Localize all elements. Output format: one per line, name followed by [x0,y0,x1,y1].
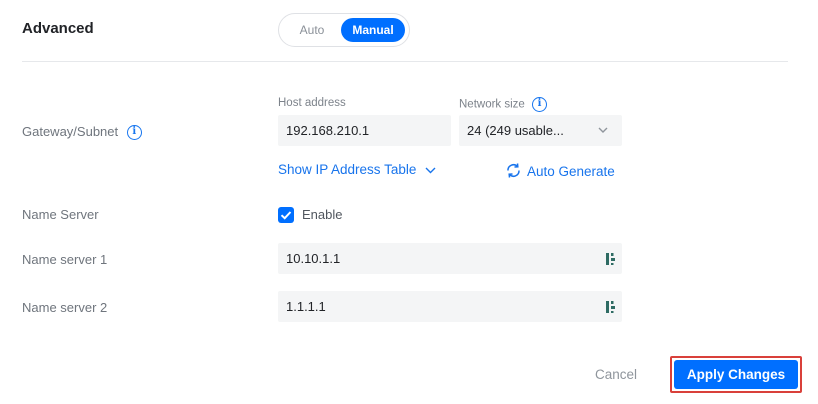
auto-generate-label: Auto Generate [527,164,615,179]
name-server-2-value: 1.1.1.1 [286,299,326,314]
show-ip-table-label: Show IP Address Table [278,162,417,177]
page-title: Advanced [22,20,94,37]
password-manager-icon[interactable] [606,252,616,266]
refresh-icon [507,163,520,178]
name-server-2-input[interactable]: 1.1.1.1 [278,291,622,322]
auto-generate-link[interactable]: Auto Generate [505,162,615,179]
mode-auto-option[interactable]: Auto [285,18,339,42]
apply-changes-button[interactable]: Apply Changes [674,360,798,389]
network-size-label-text: Network size [459,98,525,111]
chevron-down-icon [598,127,608,133]
name-server-label: Name Server [22,207,99,222]
host-address-input[interactable]: 192.168.210.1 [278,115,451,146]
info-icon[interactable]: i [532,97,548,112]
password-manager-icon[interactable] [606,300,616,314]
gateway-subnet-label-text: Gateway/Subnet [22,124,119,139]
host-address-label: Host address [278,97,346,109]
name-server-1-label: Name server 1 [22,252,108,267]
mode-manual-option[interactable]: Manual [341,18,405,42]
enable-label: Enable [302,207,343,222]
chevron-down-icon [425,167,436,174]
gateway-subnet-label: Gateway/Subnet i [22,124,142,141]
name-server-1-value: 10.10.1.1 [286,251,341,266]
name-server-1-input[interactable]: 10.10.1.1 [278,243,622,274]
header-divider [22,61,788,62]
network-size-label: Network size i [459,97,548,112]
mode-toggle[interactable]: Auto Manual [278,13,410,47]
info-icon[interactable]: i [126,125,142,141]
name-server-2-label: Name server 2 [22,300,108,315]
enable-checkbox[interactable] [278,207,294,223]
cancel-button[interactable]: Cancel [595,367,637,382]
network-size-value: 24 (249 usable... [467,123,564,138]
show-ip-table-link[interactable]: Show IP Address Table [278,162,436,177]
checkmark-icon [280,211,292,220]
network-size-select[interactable]: 24 (249 usable... [459,115,622,146]
